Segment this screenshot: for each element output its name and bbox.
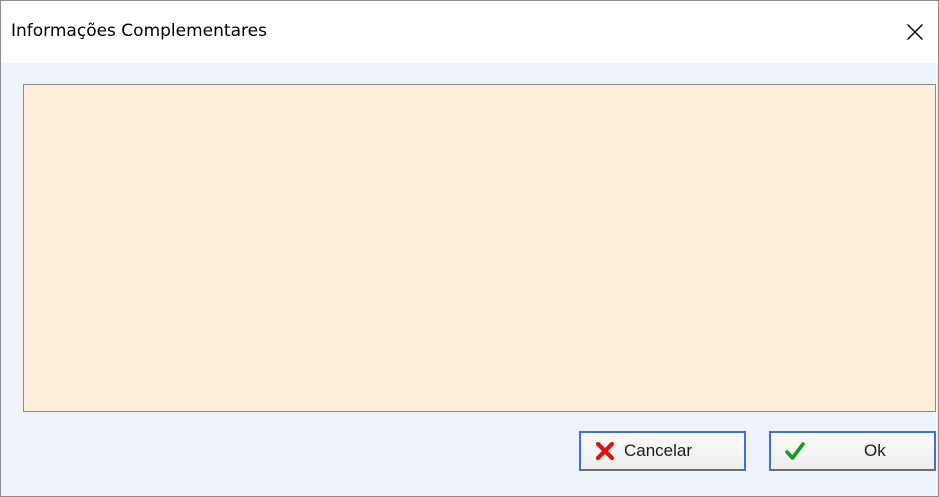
window-title: Informações Complementares [11, 21, 267, 41]
ok-button-label: Ok [864, 441, 886, 460]
red-x-icon [594, 440, 616, 462]
dialog-window: Informações Complementares Cancelar Ok [0, 0, 939, 497]
close-button[interactable] [892, 9, 938, 55]
cancel-button[interactable]: Cancelar [579, 431, 746, 471]
green-checkmark-icon [784, 440, 806, 462]
cancel-button-label: Cancelar [624, 441, 693, 460]
complementary-info-textarea[interactable] [23, 84, 936, 412]
ok-button[interactable]: Ok [769, 431, 936, 471]
title-bar[interactable]: Informações Complementares [1, 1, 938, 63]
close-icon [907, 24, 923, 40]
